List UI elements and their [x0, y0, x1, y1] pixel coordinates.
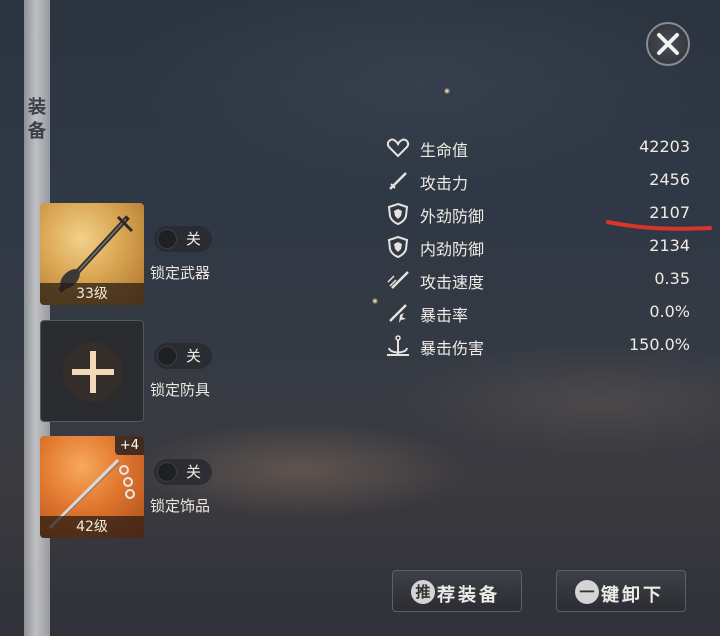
accessory-slot[interactable]: +4 42级 — [40, 436, 144, 538]
stat-label: 攻击速度 — [420, 273, 485, 292]
equipment-tab-label[interactable]: 装 备 — [26, 96, 48, 144]
stat-value: 0.35 — [654, 269, 690, 288]
toggle-knob — [157, 462, 177, 482]
stat-row-attack-speed: 攻击速度 0.35 — [386, 264, 692, 297]
lock-weapon-toggle[interactable]: 关 — [154, 226, 212, 252]
button-glyph: 推 — [411, 580, 435, 604]
enhance-badge: +4 — [114, 436, 144, 455]
attribute-panel: 生命值 42203 攻击力 2456 外劲防御 2107 内劲防御 2134 攻… — [386, 132, 692, 363]
stat-value: 150.0% — [628, 335, 690, 354]
lock-accessory-label: 锁定饰品 — [150, 497, 211, 515]
shield-icon — [387, 202, 409, 226]
stat-label: 暴击率 — [420, 306, 469, 325]
unequip-all-button[interactable]: 一 键卸下 — [556, 570, 686, 612]
weapon-level: 33级 — [40, 283, 144, 305]
lock-weapon-label: 锁定武器 — [150, 264, 211, 282]
toggle-knob — [157, 346, 177, 366]
lock-accessory-toggle[interactable]: 关 — [154, 459, 212, 485]
toggle-knob — [157, 229, 177, 249]
stat-label: 内劲防御 — [420, 240, 485, 259]
add-icon — [63, 342, 123, 402]
accessory-level: 42级 — [40, 516, 144, 538]
button-glyph: 一 — [575, 580, 599, 604]
highlight-underline — [606, 220, 712, 231]
shield-icon — [387, 235, 409, 259]
button-label: 荐装备 — [437, 585, 500, 606]
heart-icon — [386, 138, 410, 158]
stat-row-crit-damage: 暴击伤害 150.0% — [386, 330, 692, 363]
button-label: 键卸下 — [601, 585, 664, 606]
stat-value: 0.0% — [649, 302, 690, 321]
sparkle — [444, 88, 450, 94]
stat-value: 42203 — [639, 137, 690, 156]
toggle-state: 关 — [186, 347, 202, 365]
stat-row-hp: 生命值 42203 — [386, 132, 692, 165]
stat-value: 2134 — [649, 236, 690, 255]
recommend-equipment-button[interactable]: 推 荐装备 — [392, 570, 522, 612]
lock-armor-toggle[interactable]: 关 — [154, 343, 212, 369]
close-icon — [657, 33, 679, 55]
anchor-icon — [387, 335, 409, 356]
armor-slot[interactable] — [40, 320, 144, 422]
stat-label: 外劲防御 — [420, 207, 485, 226]
stat-label: 生命值 — [420, 141, 469, 160]
lock-armor-label: 锁定防具 — [150, 381, 211, 399]
stat-label: 暴击伤害 — [420, 339, 485, 358]
close-button[interactable] — [646, 22, 690, 66]
stat-value: 2456 — [649, 170, 690, 189]
toggle-state: 关 — [186, 230, 202, 248]
stat-row-crit-rate: 暴击率 0.0% — [386, 297, 692, 330]
weapon-slot[interactable]: 33级 — [40, 203, 144, 305]
swift-sword-icon — [387, 271, 409, 289]
sword-icon — [389, 172, 407, 190]
sparkle — [372, 298, 378, 304]
stat-row-attack: 攻击力 2456 — [386, 165, 692, 198]
toggle-state: 关 — [186, 463, 202, 481]
stat-label: 攻击力 — [420, 174, 469, 193]
crit-icon — [389, 304, 407, 323]
